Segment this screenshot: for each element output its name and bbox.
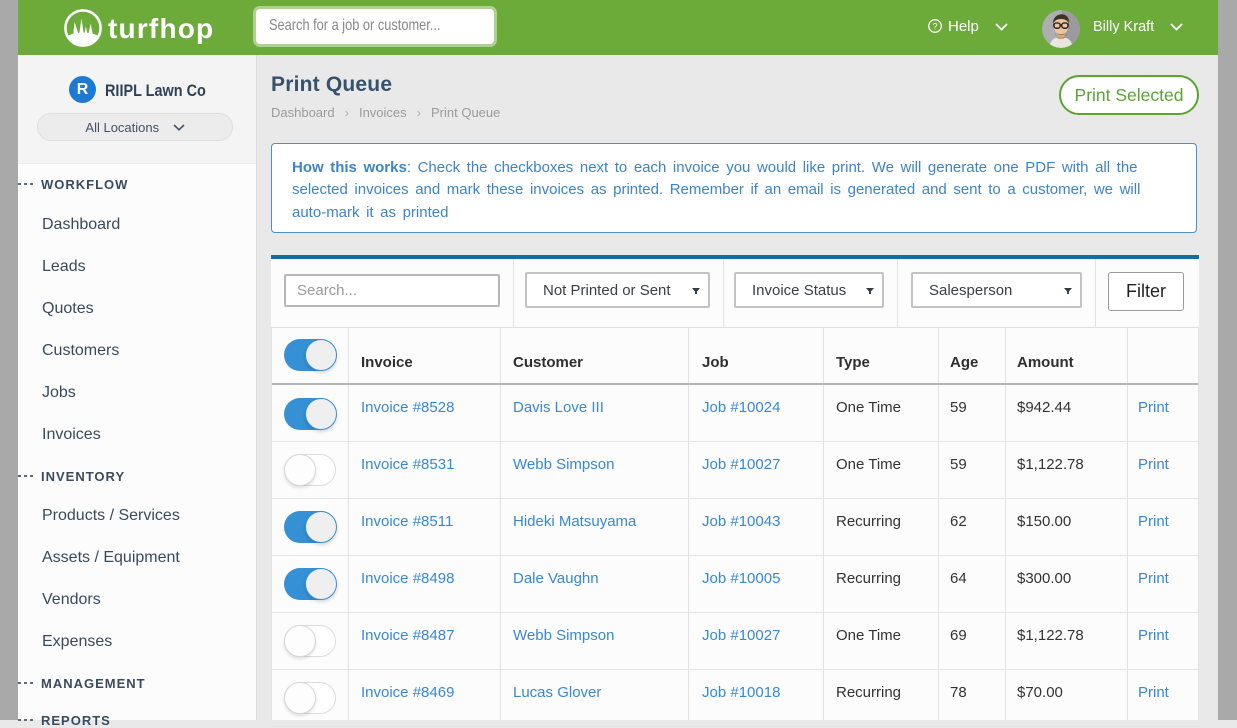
svg-text:?: ?: [932, 21, 937, 31]
